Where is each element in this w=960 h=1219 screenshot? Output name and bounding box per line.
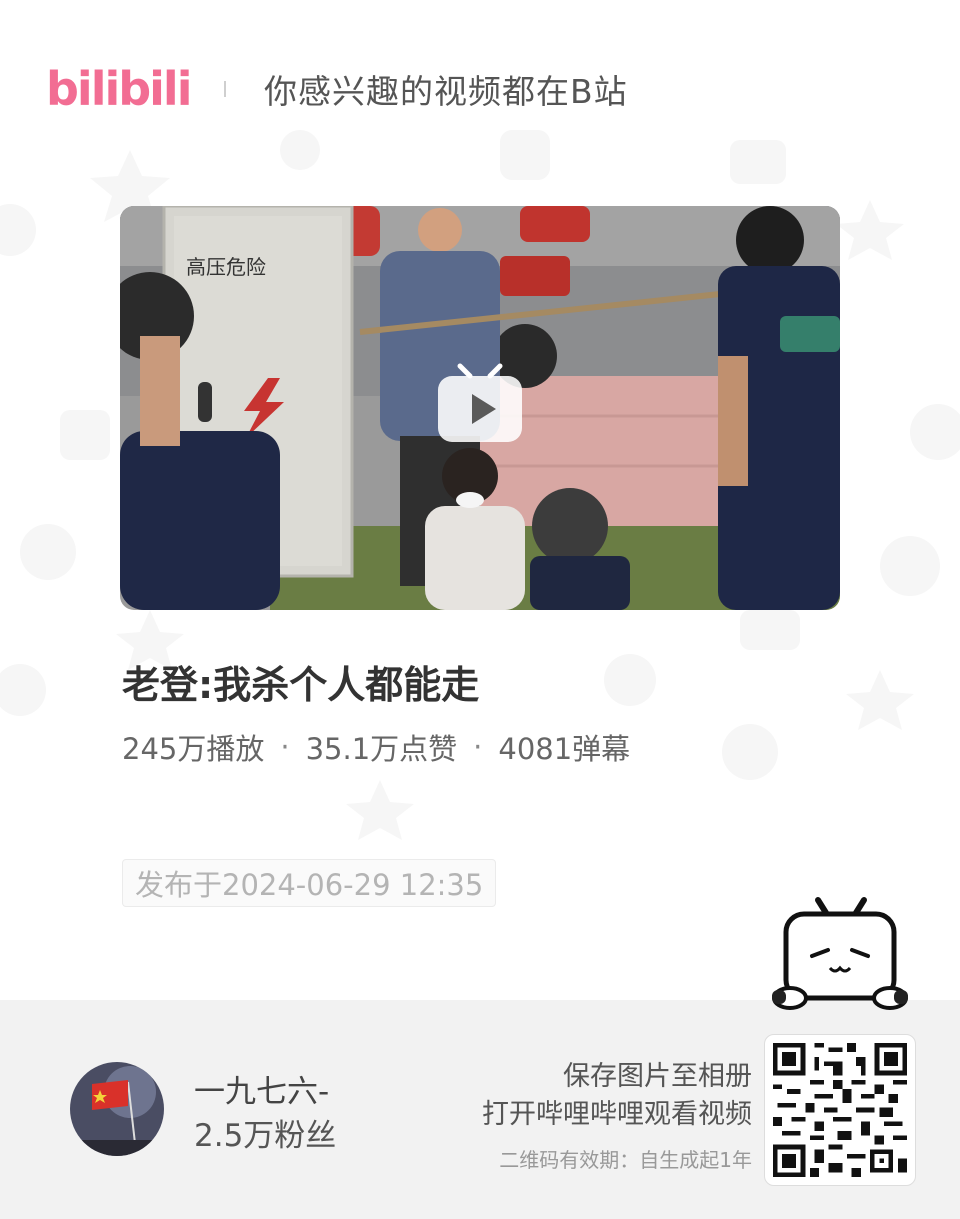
slogan: 你感兴趣的视频都在B站: [264, 72, 628, 111]
share-instructions: 保存图片至相册 打开哔哩哔哩观看视频 二维码有效期：自生成起1年: [482, 1058, 752, 1173]
tv-mascot-icon: [772, 897, 908, 1010]
video-thumbnail[interactable]: 高压危险: [120, 206, 840, 610]
uploader-name[interactable]: 一九七六-: [194, 1066, 329, 1111]
danmaku-count: 4081弹幕: [498, 732, 631, 766]
stats-separator: ·: [473, 730, 483, 764]
uploader-avatar[interactable]: [70, 1062, 164, 1156]
qr-validity: 二维码有效期：自生成起1年: [499, 1148, 752, 1172]
header-divider: [224, 81, 226, 97]
qr-code-icon: [773, 1043, 907, 1177]
play-count: 245万播放: [122, 732, 265, 766]
sign-text: 高压危险: [186, 255, 266, 279]
fans-count: 2.5万粉丝: [194, 1118, 337, 1154]
open-app-instruction: 打开哔哩哔哩观看视频: [482, 1099, 752, 1130]
header: bilibili 你感兴趣的视频都在B站: [46, 44, 628, 134]
video-stats: 245万播放 · 35.1万点赞 · 4081弹幕: [122, 726, 630, 768]
like-count: 35.1万点赞: [305, 732, 458, 766]
bilibili-logo: bilibili: [46, 56, 192, 122]
flag-avatar-icon: [70, 1062, 164, 1156]
qr-code[interactable]: [764, 1034, 916, 1186]
logo-text: bilibili: [46, 62, 192, 116]
stats-separator: ·: [280, 730, 290, 764]
publish-date: 发布于2024-06-29 12:35: [122, 859, 497, 907]
play-icon[interactable]: [436, 362, 524, 444]
save-instruction: 保存图片至相册: [563, 1061, 752, 1092]
video-title[interactable]: 老登:我杀个人都能走: [122, 654, 479, 709]
